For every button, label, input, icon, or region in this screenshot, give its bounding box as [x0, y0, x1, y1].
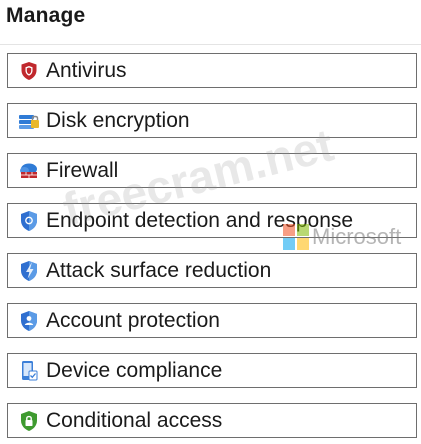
- menu-item-attack-surface-reduction[interactable]: Attack surface reduction: [7, 253, 417, 288]
- menu-item-label: Antivirus: [46, 58, 127, 82]
- account-protection-icon: [18, 310, 40, 332]
- firewall-icon: [18, 160, 40, 182]
- menu-item-device-compliance[interactable]: Device compliance: [7, 353, 417, 388]
- menu-item-conditional-access[interactable]: Conditional access: [7, 403, 417, 438]
- menu-item-label: Attack surface reduction: [46, 258, 272, 282]
- attack-surface-icon: [18, 260, 40, 282]
- menu-item-label: Conditional access: [46, 408, 223, 432]
- disk-encryption-icon: [18, 110, 40, 132]
- conditional-access-icon: [18, 410, 40, 432]
- menu-item-label: Endpoint detection and response: [46, 208, 354, 232]
- menu-item-label: Firewall: [46, 158, 119, 182]
- menu-item-label: Disk encryption: [46, 108, 190, 132]
- menu-item-disk-encryption[interactable]: Disk encryption: [7, 103, 417, 138]
- shield-icon: [18, 60, 40, 82]
- menu-item-label: Device compliance: [46, 358, 223, 382]
- menu-item-endpoint-detection-and-response[interactable]: Endpoint detection and response: [7, 203, 417, 238]
- menu-item-firewall[interactable]: Firewall: [7, 153, 417, 188]
- menu-item-antivirus[interactable]: Antivirus: [7, 53, 417, 88]
- menu-item-label: Account protection: [46, 308, 220, 332]
- endpoint-detection-icon: [18, 210, 40, 232]
- manage-menu: Antivirus Disk encryption Firewall Endpo…: [0, 0, 421, 444]
- menu-item-account-protection[interactable]: Account protection: [7, 303, 417, 338]
- device-compliance-icon: [18, 360, 40, 382]
